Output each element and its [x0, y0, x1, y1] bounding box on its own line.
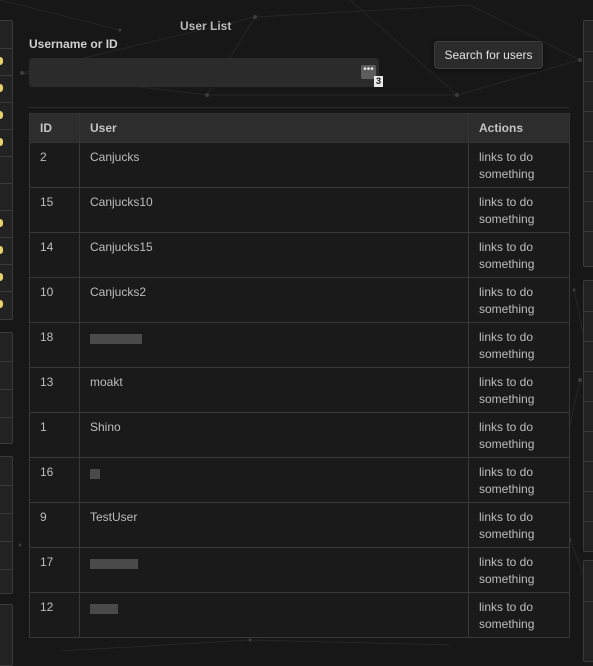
table-row: 12 links to do something — [29, 592, 570, 638]
table-row: 2 Canjucks links to do something — [29, 142, 570, 188]
right-panel-edge — [583, 0, 593, 662]
table-header-row: ID User Actions — [29, 113, 570, 143]
redacted-username — [90, 469, 100, 480]
actions-link[interactable]: links to do something — [468, 367, 570, 413]
column-header-actions: Actions — [468, 113, 570, 143]
username-cell: Shino — [79, 412, 469, 458]
actions-link[interactable]: links to do something — [468, 142, 570, 188]
column-header-id: ID — [29, 113, 80, 143]
user-id-cell: 16 — [29, 457, 80, 503]
user-id-cell: 12 — [29, 592, 80, 638]
user-id-cell: 1 — [29, 412, 80, 458]
user-id-cell: 13 — [29, 367, 80, 413]
username-cell: Canjucks10 — [79, 187, 469, 233]
redacted-username — [90, 334, 142, 345]
user-id-cell: 10 — [29, 277, 80, 323]
left-panel-edge — [0, 0, 13, 666]
actions-link[interactable]: links to do something — [468, 412, 570, 458]
table-row: 17 links to do something — [29, 547, 570, 593]
actions-link[interactable]: links to do something — [468, 187, 570, 233]
username-cell: Canjucks2 — [79, 277, 469, 323]
actions-link[interactable]: links to do something — [468, 232, 570, 278]
extension-count-badge: 3 — [374, 76, 383, 87]
page-title: User List — [180, 19, 232, 33]
table-row: 10 Canjucks2 links to do something — [29, 277, 570, 323]
users-table: ID User Actions 2 Canjucks links to do som… — [29, 113, 570, 638]
actions-link[interactable]: links to do something — [468, 457, 570, 503]
user-id-cell: 14 — [29, 232, 80, 278]
username-cell — [79, 457, 469, 503]
username-cell — [79, 547, 469, 593]
search-input[interactable] — [29, 58, 379, 87]
search-users-button[interactable]: Search for users — [434, 41, 543, 69]
user-id-cell: 15 — [29, 187, 80, 233]
table-row: 9 TestUser links to do something — [29, 502, 570, 548]
actions-link[interactable]: links to do something — [468, 547, 570, 593]
table-row: 15 Canjucks10 links to do something — [29, 187, 570, 233]
username-cell — [79, 592, 469, 638]
table-row: 1 Shino links to do something — [29, 412, 570, 458]
redacted-username — [90, 559, 138, 570]
column-header-user: User — [79, 113, 469, 143]
actions-link[interactable]: links to do something — [468, 502, 570, 548]
actions-link[interactable]: links to do something — [468, 322, 570, 368]
search-label: Username or ID — [29, 37, 118, 51]
redacted-username — [90, 604, 118, 615]
user-id-cell: 18 — [29, 322, 80, 368]
username-cell — [79, 322, 469, 368]
table-row: 13 moakt links to do something — [29, 367, 570, 413]
username-cell: moakt — [79, 367, 469, 413]
username-cell: TestUser — [79, 502, 469, 548]
table-row: 18 links to do something — [29, 322, 570, 368]
user-id-cell: 17 — [29, 547, 80, 593]
username-cell: Canjucks15 — [79, 232, 469, 278]
username-cell: Canjucks — [79, 142, 469, 188]
user-id-cell: 2 — [29, 142, 80, 188]
header-divider — [29, 107, 569, 108]
table-row: 14 Canjucks15 links to do something — [29, 232, 570, 278]
actions-link[interactable]: links to do something — [468, 592, 570, 638]
actions-link[interactable]: links to do something — [468, 277, 570, 323]
user-id-cell: 9 — [29, 502, 80, 548]
table-row: 16 links to do something — [29, 457, 570, 503]
table-body: 2 Canjucks links to do something 15 Canjucks… — [29, 142, 570, 638]
